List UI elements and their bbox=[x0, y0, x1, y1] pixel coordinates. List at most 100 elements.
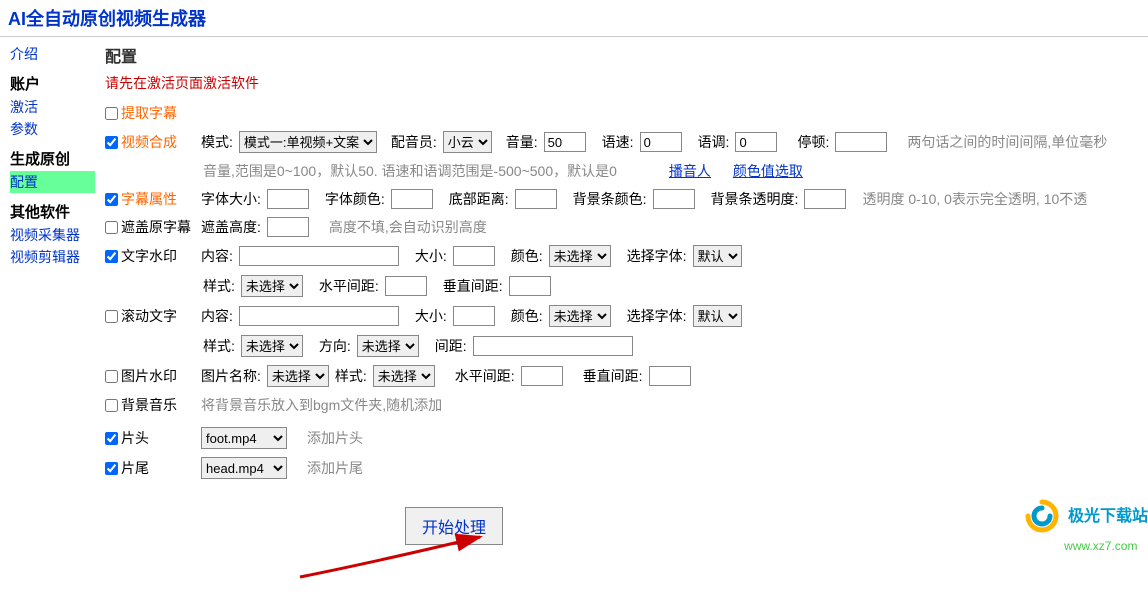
tw-hspace-input[interactable] bbox=[385, 276, 427, 296]
range-hint: 音量,范围是0~100，默认50. 语速和语调范围是-500~500，默认是0 bbox=[203, 161, 617, 181]
head-label: 片头 bbox=[121, 428, 149, 448]
tw-vspace-input[interactable] bbox=[509, 276, 551, 296]
st-font-select[interactable]: 默认 bbox=[693, 305, 742, 327]
extract-subtitle-input[interactable] bbox=[105, 107, 118, 120]
st-space-label: 间距: bbox=[435, 336, 467, 356]
subtitle-attr-label: 字幕属性 bbox=[121, 189, 177, 209]
video-compose-input[interactable] bbox=[105, 136, 118, 149]
cover-subtitle-input[interactable] bbox=[105, 221, 118, 234]
sidebar-item-collector[interactable]: 视频采集器 bbox=[10, 224, 95, 246]
arrow-annotation-icon bbox=[295, 527, 495, 587]
pause-hint: 两句话之间的时间间隔,单位毫秒 bbox=[907, 132, 1107, 152]
head-select[interactable]: foot.mp4 bbox=[201, 427, 287, 449]
bgm-input[interactable] bbox=[105, 399, 118, 412]
pause-input[interactable] bbox=[835, 132, 887, 152]
st-size-input[interactable] bbox=[453, 306, 495, 326]
scroll-text-input[interactable] bbox=[105, 310, 118, 323]
sidebar-item-config[interactable]: 配置 bbox=[10, 171, 95, 193]
volume-input[interactable] bbox=[544, 132, 586, 152]
iw-hspace-input[interactable] bbox=[521, 366, 563, 386]
sidebar-item-activate[interactable]: 激活 bbox=[10, 96, 95, 118]
tail-select[interactable]: head.mp4 bbox=[201, 457, 287, 479]
st-style-select[interactable]: 未选择 bbox=[241, 335, 303, 357]
iw-style-label: 样式: bbox=[335, 366, 367, 386]
st-dir-label: 方向: bbox=[319, 336, 351, 356]
swirl-icon bbox=[1024, 498, 1060, 537]
cover-height-label: 遮盖高度: bbox=[201, 217, 261, 237]
broadcaster-link[interactable]: 播音人 bbox=[669, 161, 711, 181]
watermark-text: 极光下载站 bbox=[1068, 508, 1148, 525]
font-color-input[interactable] bbox=[391, 189, 433, 209]
sidebar-section-generate: 生成原创 bbox=[10, 148, 95, 169]
tw-font-label: 选择字体: bbox=[627, 246, 687, 266]
tail-checkbox[interactable]: 片尾 bbox=[105, 458, 191, 478]
watermark-url: www.xz7.com bbox=[1064, 539, 1137, 553]
bottom-dist-label: 底部距离: bbox=[449, 189, 509, 209]
tw-style-select[interactable]: 未选择 bbox=[241, 275, 303, 297]
cover-subtitle-checkbox[interactable]: 遮盖原字幕 bbox=[105, 217, 191, 237]
tw-color-label: 颜色: bbox=[511, 246, 543, 266]
bgm-checkbox[interactable]: 背景音乐 bbox=[105, 395, 191, 415]
font-size-input[interactable] bbox=[267, 189, 309, 209]
pause-label: 停顿: bbox=[797, 132, 829, 152]
voice-actor-select[interactable]: 小云 bbox=[443, 131, 492, 153]
head-input[interactable] bbox=[105, 432, 118, 445]
bg-opacity-input[interactable] bbox=[804, 189, 846, 209]
tw-font-select[interactable]: 默认 bbox=[693, 245, 742, 267]
st-style-label: 样式: bbox=[203, 336, 235, 356]
opacity-hint: 透明度 0-10, 0表示完全透明, 10不透 bbox=[862, 189, 1087, 209]
subtitle-attr-input[interactable] bbox=[105, 193, 118, 206]
page-title: 配置 bbox=[105, 43, 1148, 67]
sidebar-item-intro[interactable]: 介绍 bbox=[10, 43, 95, 65]
bottom-dist-input[interactable] bbox=[515, 189, 557, 209]
color-picker-link[interactable]: 颜色值选取 bbox=[733, 161, 803, 181]
video-compose-checkbox[interactable]: 视频合成 bbox=[105, 132, 191, 152]
sidebar-item-editor[interactable]: 视频剪辑器 bbox=[10, 246, 95, 268]
scroll-text-checkbox[interactable]: 滚动文字 bbox=[105, 306, 191, 326]
st-color-select[interactable]: 未选择 bbox=[549, 305, 611, 327]
iw-name-select[interactable]: 未选择 bbox=[267, 365, 329, 387]
st-content-input[interactable] bbox=[239, 306, 399, 326]
bg-color-input[interactable] bbox=[653, 189, 695, 209]
cover-height-input[interactable] bbox=[267, 217, 309, 237]
tw-style-label: 样式: bbox=[203, 276, 235, 296]
st-dir-select[interactable]: 未选择 bbox=[357, 335, 419, 357]
tail-hint: 添加片尾 bbox=[307, 458, 363, 478]
sidebar-section-account: 账户 bbox=[10, 73, 95, 94]
st-content-label: 内容: bbox=[201, 306, 233, 326]
st-size-label: 大小: bbox=[415, 306, 447, 326]
mode-label: 模式: bbox=[201, 132, 233, 152]
bgm-label: 背景音乐 bbox=[121, 395, 177, 415]
tw-size-input[interactable] bbox=[453, 246, 495, 266]
speed-input[interactable] bbox=[640, 132, 682, 152]
mode-select[interactable]: 模式一:单视频+文案 bbox=[239, 131, 377, 153]
image-watermark-checkbox[interactable]: 图片水印 bbox=[105, 366, 191, 386]
head-checkbox[interactable]: 片头 bbox=[105, 428, 191, 448]
extract-subtitle-label: 提取字幕 bbox=[121, 103, 177, 123]
tw-content-input[interactable] bbox=[239, 246, 399, 266]
st-space-input[interactable] bbox=[473, 336, 633, 356]
site-watermark: 极光下载站 www.xz7.com bbox=[1024, 498, 1148, 553]
tw-color-select[interactable]: 未选择 bbox=[549, 245, 611, 267]
tw-content-label: 内容: bbox=[201, 246, 233, 266]
iw-name-label: 图片名称: bbox=[201, 366, 261, 386]
tail-label: 片尾 bbox=[121, 458, 149, 478]
subtitle-attr-checkbox[interactable]: 字幕属性 bbox=[105, 189, 191, 209]
iw-vspace-input[interactable] bbox=[649, 366, 691, 386]
font-color-label: 字体颜色: bbox=[325, 189, 385, 209]
text-watermark-label: 文字水印 bbox=[121, 246, 177, 266]
image-watermark-label: 图片水印 bbox=[121, 366, 177, 386]
extract-subtitle-checkbox[interactable]: 提取字幕 bbox=[105, 103, 191, 123]
voice-actor-label: 配音员: bbox=[391, 132, 437, 152]
tone-input[interactable] bbox=[735, 132, 777, 152]
text-watermark-checkbox[interactable]: 文字水印 bbox=[105, 246, 191, 266]
tail-input[interactable] bbox=[105, 462, 118, 475]
iw-style-select[interactable]: 未选择 bbox=[373, 365, 435, 387]
cover-height-hint: 高度不填,会自动识别高度 bbox=[329, 217, 487, 237]
sidebar-section-other: 其他软件 bbox=[10, 201, 95, 222]
image-watermark-input[interactable] bbox=[105, 370, 118, 383]
sidebar-item-params[interactable]: 参数 bbox=[10, 118, 95, 140]
tw-size-label: 大小: bbox=[415, 246, 447, 266]
scroll-text-label: 滚动文字 bbox=[121, 306, 177, 326]
text-watermark-input[interactable] bbox=[105, 250, 118, 263]
